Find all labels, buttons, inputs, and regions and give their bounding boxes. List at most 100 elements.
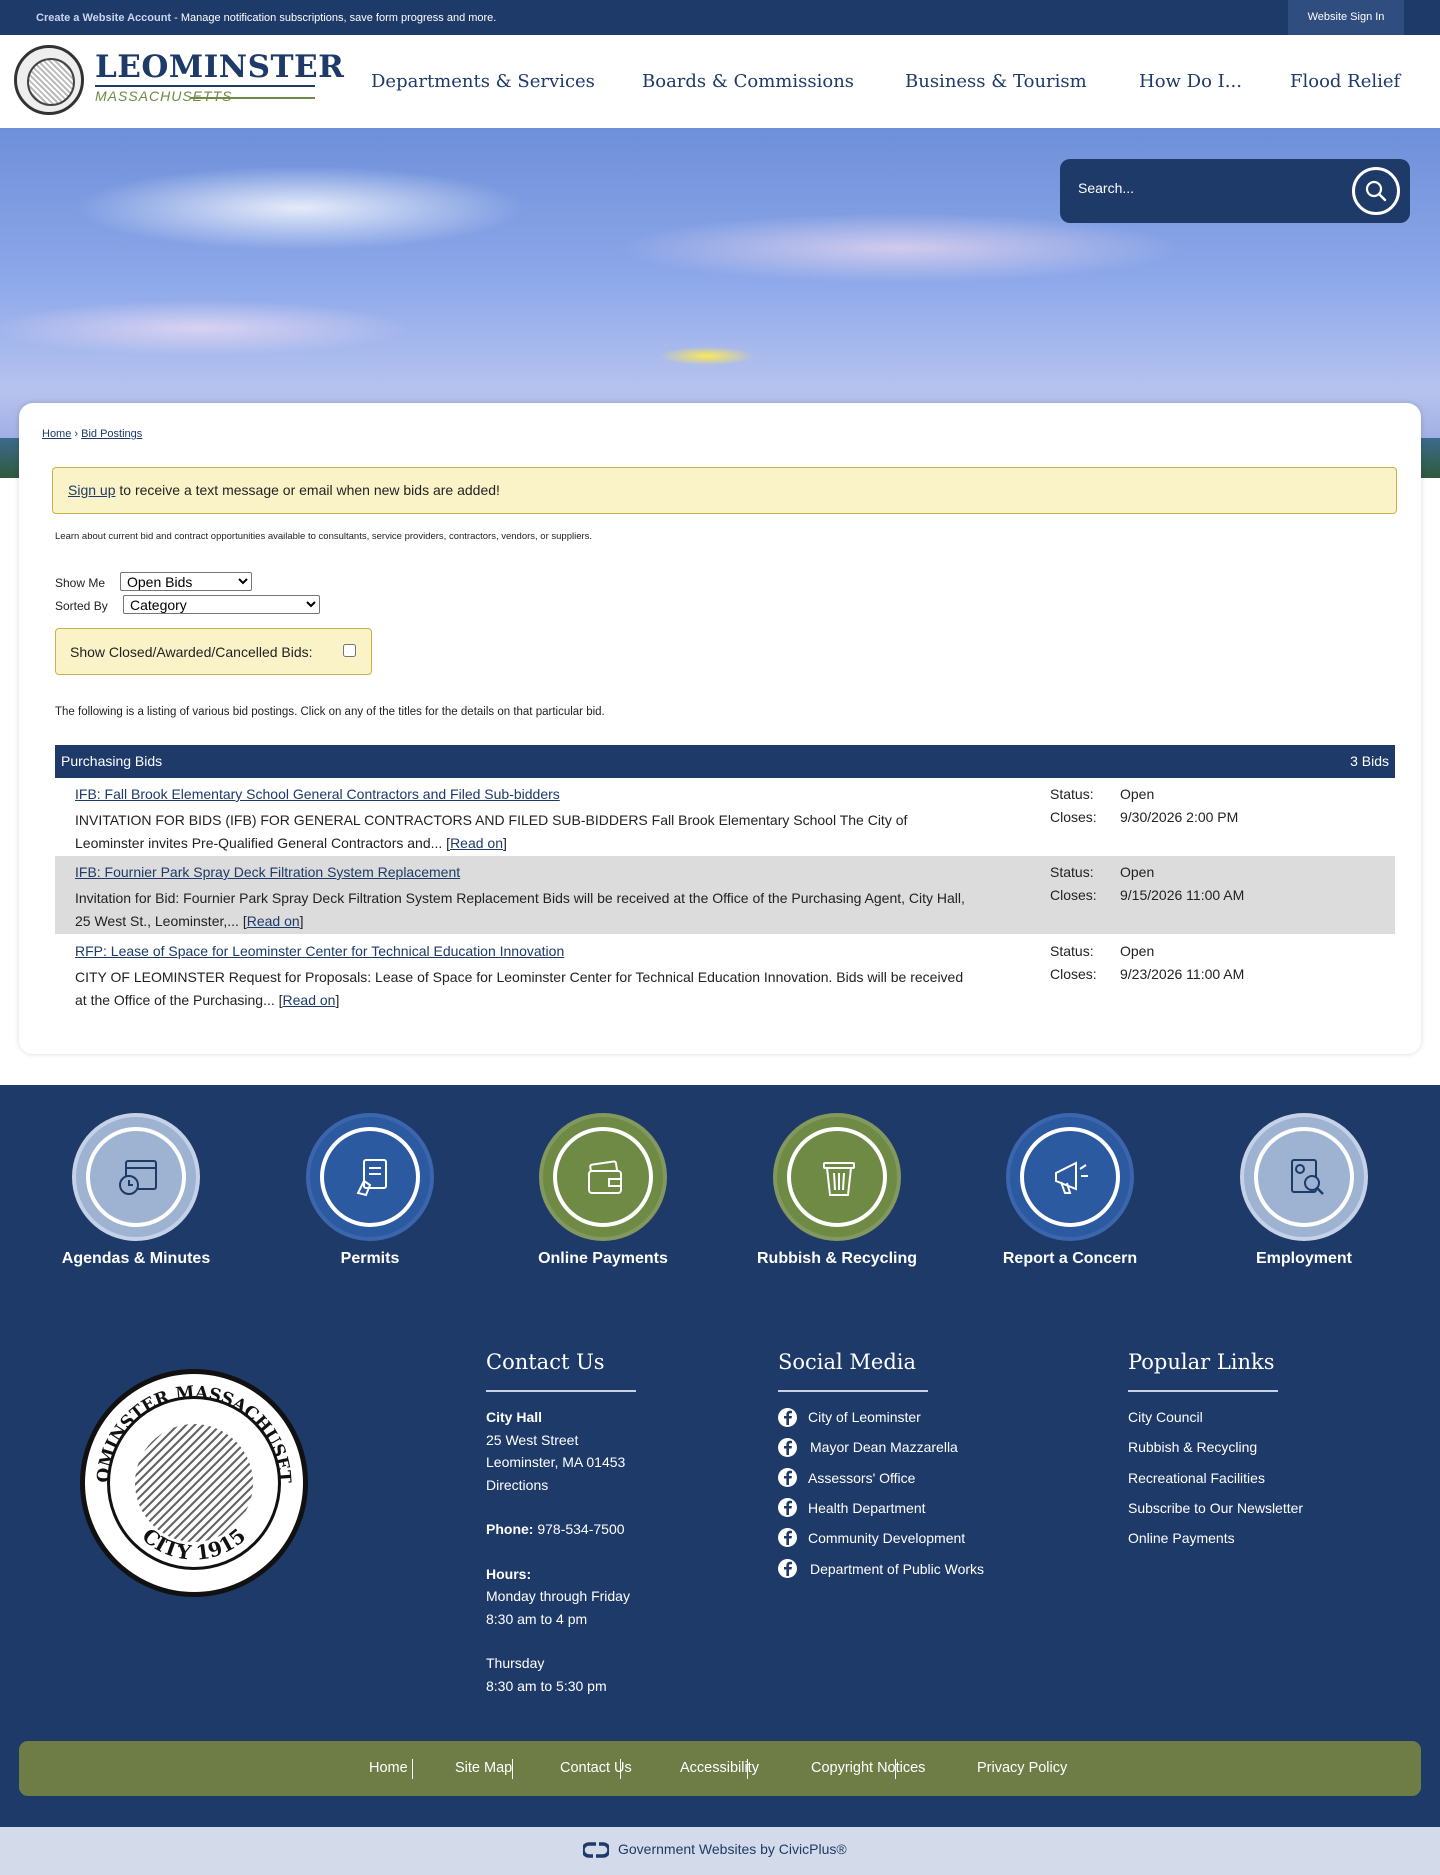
social-link[interactable]: Assessors' Office [808, 1470, 915, 1486]
contact-street: 25 West Street [486, 1431, 579, 1448]
document-hand-icon [356, 1159, 387, 1197]
quick-link-circle [320, 1127, 420, 1227]
closed-bids-checkbox[interactable] [343, 644, 356, 657]
quick-link-online-payments[interactable]: Online Payments [503, 1117, 703, 1268]
popular-heading: Popular Links [1128, 1350, 1275, 1374]
bid-title-link[interactable]: IFB: Fall Brook Elementary School Genera… [75, 786, 560, 802]
nav-departments-services[interactable]: Departments & Services [371, 71, 595, 92]
sign-up-link[interactable]: Sign up [68, 482, 115, 498]
breadcrumb-bid-postings[interactable]: Bid Postings [81, 428, 142, 440]
social-link[interactable]: Department of Public Works [810, 1561, 984, 1577]
closes-label: Closes: [1050, 809, 1097, 825]
popular-link[interactable]: Online Payments [1128, 1530, 1235, 1546]
quick-link-label: Report a Concern [1002, 1250, 1138, 1267]
quick-link-employment[interactable]: Employment [1204, 1117, 1404, 1268]
footer-link-copyright[interactable]: Copyright Notices [811, 1760, 925, 1776]
social-link[interactable]: Health Department [808, 1500, 926, 1516]
bid-description-line: 25 West St., Leominster,... [75, 913, 243, 929]
footer-link-home[interactable]: Home [369, 1760, 408, 1776]
quick-link-label: Online Payments [538, 1250, 668, 1267]
closed-bids-label: Show Closed/Awarded/Cancelled Bids: [70, 644, 313, 660]
create-account-link[interactable]: Create a Website Account [36, 12, 171, 24]
directions-link[interactable]: Directions [486, 1477, 548, 1493]
sorted-by-select[interactable]: Category [123, 595, 320, 614]
social-link[interactable]: Community Development [808, 1530, 965, 1546]
quick-link-circle [1254, 1127, 1354, 1227]
bid-description-line: Leominster invites Pre-Qualified General… [75, 835, 447, 851]
status-value: Open [1120, 786, 1155, 802]
civicplus-logo-icon [583, 1842, 609, 1858]
hours-line: Monday through Friday [486, 1588, 630, 1604]
quick-link-label: Employment [1255, 1250, 1352, 1267]
quick-link-agendas-minutes[interactable]: Agendas & Minutes [36, 1117, 236, 1268]
quick-link-label: Permits [340, 1250, 400, 1267]
bid-description-line: INVITATION FOR BIDS (IFB) FOR GENERAL CO… [75, 812, 908, 828]
site-header: LEOMINSTER MASSACHUSETTS Departments & S… [0, 35, 1440, 128]
show-me-select[interactable]: Open Bids [120, 572, 252, 591]
nav-flood-relief[interactable]: Flood Relief [1290, 71, 1400, 92]
svg-text:LEOMINSTER MASSACHUSETTS: LEOMINSTER MASSACHUSETTS [85, 1374, 294, 1484]
wallet-icon [588, 1160, 622, 1194]
quick-link-permits[interactable]: Permits [270, 1117, 470, 1268]
logo-accent-line [190, 97, 315, 99]
read-on-link[interactable]: Read on [450, 835, 503, 851]
popular-link[interactable]: Recreational Facilities [1128, 1470, 1265, 1486]
breadcrumb-home[interactable]: Home [42, 428, 71, 440]
signup-alert-text: Sign up to receive a text message or ema… [68, 482, 500, 498]
social-link[interactable]: City of Leominster [808, 1409, 921, 1425]
footer-separator [512, 1759, 513, 1779]
read-on-link[interactable]: Read on [283, 992, 336, 1008]
breadcrumb-separator: › [74, 428, 79, 440]
social-heading: Social Media [778, 1350, 917, 1374]
logo-divider [95, 85, 315, 87]
quick-link-ring [777, 1117, 897, 1237]
website-sign-in-button[interactable]: Website Sign In [1288, 0, 1404, 35]
facebook-icon [778, 1468, 797, 1487]
nav-business-tourism[interactable]: Business & Tourism [905, 71, 1087, 92]
search-button[interactable] [1352, 167, 1400, 215]
nav-boards-commissions[interactable]: Boards & Commissions [642, 71, 854, 92]
bid-row: RFP: Lease of Space for Leominster Cente… [55, 935, 1395, 1013]
popular-link[interactable]: City Council [1128, 1409, 1203, 1425]
hours-line: Thursday [486, 1655, 545, 1671]
search-input[interactable] [1078, 180, 1338, 196]
footer-link-privacy[interactable]: Privacy Policy [977, 1760, 1067, 1776]
megaphone-icon [1055, 1161, 1088, 1194]
popular-link[interactable]: Rubbish & Recycling [1128, 1439, 1257, 1455]
logo-subtitle[interactable]: MASSACHUSETTS [95, 88, 232, 104]
footer-separator [895, 1759, 896, 1779]
footer-link-site-map[interactable]: Site Map [455, 1760, 512, 1776]
create-account-desc: - Manage notification subscriptions, sav… [171, 12, 497, 24]
bid-description: Invitation for Bid: Fournier Park Spray … [75, 890, 965, 929]
read-on-link[interactable]: Read on [247, 913, 300, 929]
quick-link-ring [1244, 1117, 1364, 1237]
facebook-icon [778, 1498, 797, 1517]
logo-name[interactable]: LEOMINSTER [95, 49, 344, 85]
trash-icon [823, 1162, 855, 1196]
bid-title-link[interactable]: IFB: Fournier Park Spray Deck Filtration… [75, 864, 460, 880]
facebook-icon [778, 1559, 797, 1578]
popular-link[interactable]: Subscribe to Our Newsletter [1128, 1500, 1303, 1516]
social-heading-rule [778, 1390, 928, 1392]
signup-alert: Sign up to receive a text message or ema… [52, 467, 1397, 514]
footer-separator [747, 1759, 748, 1779]
quick-link-ring [543, 1117, 663, 1237]
status-value: Open [1120, 864, 1155, 880]
show-me-label: Show Me [55, 576, 106, 590]
quick-link-report-concern[interactable]: Report a Concern [970, 1117, 1170, 1268]
listing-intro-text: The following is a listing of various bi… [55, 706, 605, 718]
civicplus-link[interactable]: Government Websites by CivicPlus® [618, 1841, 847, 1857]
calendar-clock-icon [119, 1160, 157, 1195]
bid-title-link[interactable]: RFP: Lease of Space for Leominster Cente… [75, 943, 564, 959]
quick-link-rubbish-recycling[interactable]: Rubbish & Recycling [737, 1117, 937, 1268]
closes-label: Closes: [1050, 966, 1097, 982]
phone-number[interactable]: 978-534-7500 [533, 1521, 624, 1537]
facebook-icon [778, 1408, 797, 1427]
quick-link-ring [1010, 1117, 1130, 1237]
bid-description: INVITATION FOR BIDS (IFB) FOR GENERAL CO… [75, 812, 908, 851]
nav-how-do-i[interactable]: How Do I... [1139, 71, 1242, 92]
city-seal-logo-icon[interactable] [14, 45, 84, 115]
closes-value: 9/23/2026 11:00 AM [1120, 966, 1245, 982]
popular-heading-rule [1128, 1390, 1278, 1392]
social-link[interactable]: Mayor Dean Mazzarella [810, 1439, 958, 1455]
